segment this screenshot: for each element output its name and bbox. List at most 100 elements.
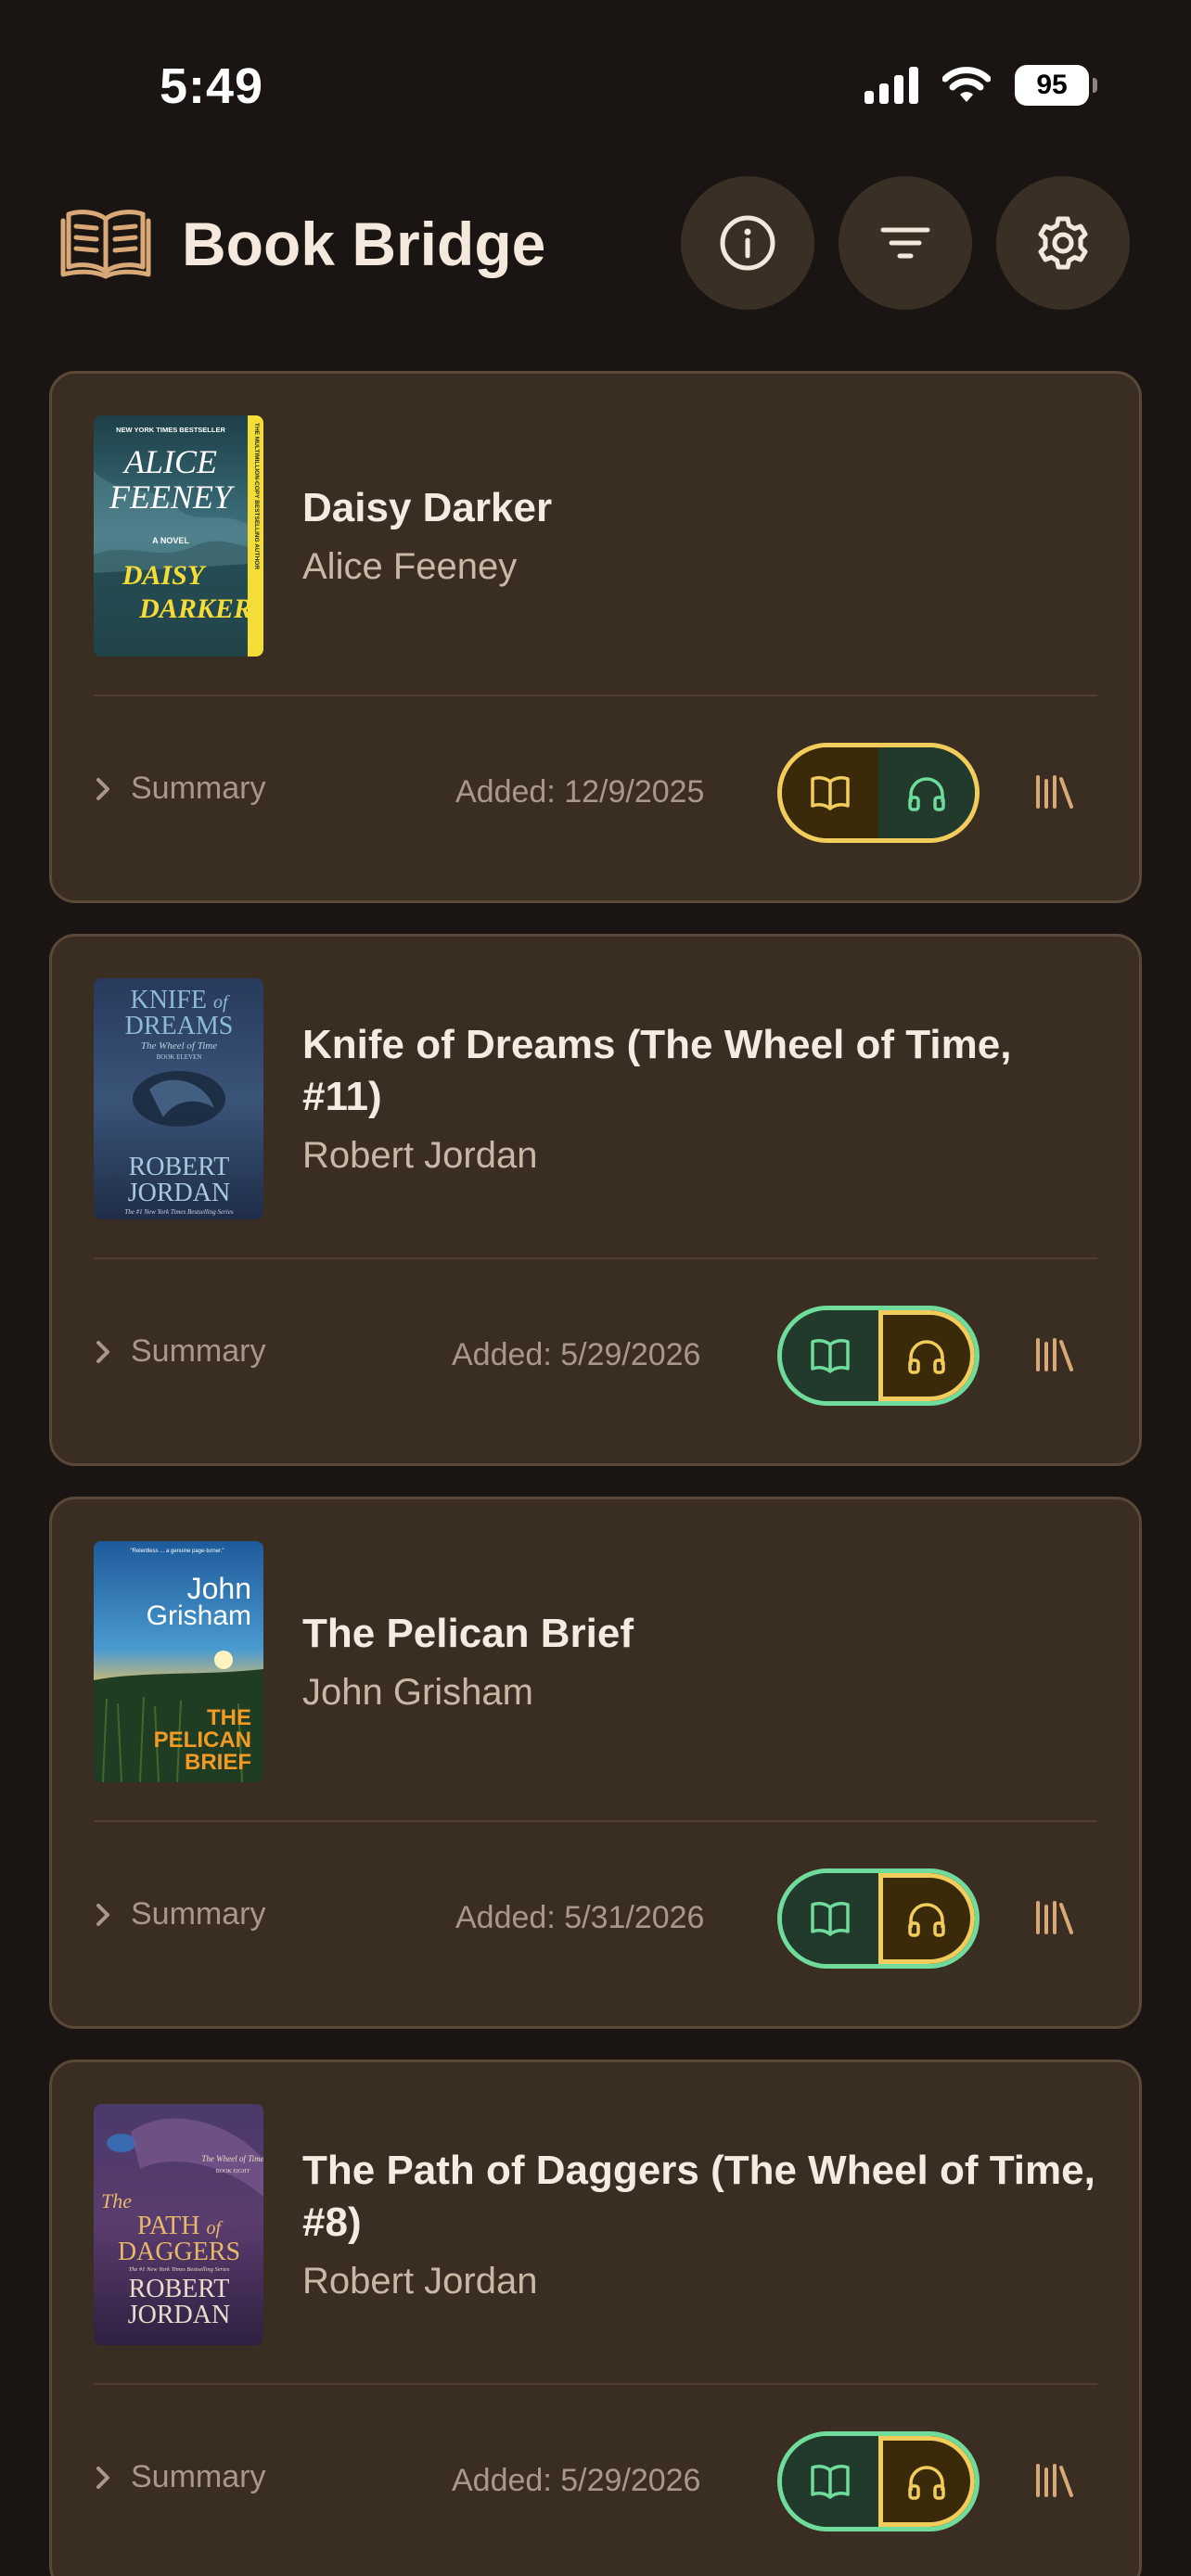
svg-text:NEW YORK TIMES BESTSELLER: NEW YORK TIMES BESTSELLER [116, 426, 225, 434]
svg-text:JORDAN: JORDAN [128, 2301, 230, 2329]
book-cover: THE MULTIMILLION-COPY BESTSELLING AUTHOR… [94, 415, 263, 657]
card-footer: Summary Added: 5/29/2026 [94, 2431, 1097, 2533]
svg-text:BRIEF: BRIEF [185, 1750, 251, 1775]
divider [94, 1257, 1097, 1259]
svg-text:DAGGERS: DAGGERS [118, 2238, 240, 2266]
listen-format-button[interactable] [878, 2436, 975, 2527]
book-info: Knife of Dreams (The Wheel of Time, #11)… [302, 937, 1102, 1261]
headphones-icon [908, 1903, 945, 1937]
filter-button[interactable] [839, 176, 972, 310]
book-cover: KNIFE of DREAMS The Wheel of Time BOOK E… [94, 978, 263, 1219]
svg-text:DAISY: DAISY [122, 560, 207, 591]
svg-text:The: The [101, 2189, 132, 2213]
summary-label: Summary [131, 1333, 266, 1369]
summary-label: Summary [131, 771, 266, 806]
divider [94, 1820, 1097, 1822]
book-author: Robert Jordan [302, 2261, 538, 2302]
book-title: Knife of Dreams (The Wheel of Time, #11) [302, 1022, 1012, 1119]
app-header: Book Bridge [0, 176, 1191, 311]
read-format-button[interactable] [782, 1873, 878, 1964]
svg-text:BOOK EIGHT: BOOK EIGHT [216, 2169, 250, 2174]
status-icons: 95 [864, 65, 1097, 106]
book-cover: The Wheel of Time BOOK EIGHT The PATH of… [94, 2104, 263, 2345]
summary-toggle[interactable]: Summary [94, 1896, 265, 1932]
filter-icon [880, 227, 930, 259]
library-button[interactable] [1026, 763, 1083, 821]
book-author: Robert Jordan [302, 1135, 538, 1176]
status-bar: 5:49 95 [0, 0, 1191, 139]
app-title: Book Bridge [182, 210, 546, 278]
svg-text:A NOVEL: A NOVEL [152, 536, 189, 545]
listen-format-button[interactable] [878, 747, 975, 838]
library-button[interactable] [1026, 1889, 1083, 1946]
book-card[interactable]: The Wheel of Time BOOK EIGHT The PATH of… [49, 2060, 1142, 2576]
headphones-icon [908, 777, 945, 811]
info-button[interactable] [681, 176, 814, 310]
svg-text:The #1 New York Times Bestsell: The #1 New York Times Bestselling Series [129, 2266, 230, 2273]
svg-text:The #1 New York Times Bestsell: The #1 New York Times Bestselling Series [124, 1208, 233, 1216]
divider [94, 695, 1097, 696]
divider [94, 2383, 1097, 2385]
book-info: The Pelican Brief John Grisham [302, 1499, 1102, 1824]
svg-text:JORDAN: JORDAN [128, 1179, 230, 1207]
svg-text:BOOK ELEVEN: BOOK ELEVEN [157, 1053, 202, 1061]
settings-button[interactable] [996, 176, 1130, 310]
card-footer: Summary Added: 5/31/2026 [94, 1868, 1097, 1970]
book-card[interactable]: "Relentless ... a genuine page-turner." … [49, 1497, 1142, 2029]
library-icon [1036, 2464, 1073, 2497]
svg-text:The Wheel of Time: The Wheel of Time [201, 2154, 263, 2163]
book-info: Daisy Darker Alice Feeney [302, 374, 1102, 698]
book-title: The Path of Daggers (The Wheel of Time, … [302, 2148, 1095, 2245]
cellular-signal-icon [864, 67, 918, 104]
format-toggle[interactable] [777, 2431, 980, 2531]
format-toggle[interactable] [777, 1306, 980, 1406]
wifi-icon [942, 67, 991, 102]
format-toggle[interactable] [777, 743, 980, 843]
svg-text:Grisham: Grisham [147, 1600, 251, 1631]
chevron-right-icon [96, 1340, 109, 1363]
svg-text:PELICAN: PELICAN [154, 1728, 251, 1753]
summary-toggle[interactable]: Summary [94, 1333, 265, 1370]
summary-label: Summary [131, 1896, 266, 1932]
added-date: Added: 12/9/2025 [455, 774, 705, 810]
open-book-icon [811, 1339, 850, 1373]
library-button[interactable] [1026, 2452, 1083, 2509]
summary-toggle[interactable]: Summary [94, 771, 265, 807]
svg-text:"Relentless ... a genuine page: "Relentless ... a genuine page-turner." [131, 1549, 224, 1554]
gear-icon [1038, 216, 1088, 270]
format-toggle[interactable] [777, 1868, 980, 1969]
headphones-icon [908, 1340, 945, 1374]
svg-text:ALICE: ALICE [122, 443, 217, 480]
listen-format-button[interactable] [878, 1310, 975, 1401]
book-title: Daisy Darker [302, 485, 553, 530]
open-book-icon [811, 1902, 850, 1936]
status-time: 5:49 [160, 58, 264, 114]
listen-format-button[interactable] [878, 1873, 975, 1964]
summary-toggle[interactable]: Summary [94, 2459, 265, 2495]
open-book-icon [811, 2465, 850, 2499]
added-date: Added: 5/29/2026 [452, 2463, 701, 2498]
summary-label: Summary [131, 2459, 266, 2494]
card-footer: Summary Added: 5/29/2026 [94, 1306, 1097, 1408]
read-format-button[interactable] [782, 747, 878, 838]
read-format-button[interactable] [782, 2436, 878, 2527]
battery-indicator: 95 [1015, 65, 1097, 106]
book-author: Alice Feeney [302, 546, 518, 587]
card-footer: Summary Added: 12/9/2025 [94, 743, 1097, 845]
open-book-logo-icon [60, 210, 151, 279]
chevron-right-icon [96, 777, 109, 800]
headphones-icon [908, 2466, 945, 2500]
svg-text:ROBERT: ROBERT [129, 1153, 230, 1181]
read-format-button[interactable] [782, 1310, 878, 1401]
info-icon [720, 215, 775, 271]
open-book-icon [811, 776, 850, 810]
svg-text:The Wheel of Time: The Wheel of Time [141, 1040, 217, 1052]
book-title: The Pelican Brief [302, 1611, 634, 1656]
svg-text:THE: THE [207, 1705, 251, 1730]
library-button[interactable] [1026, 1326, 1083, 1384]
book-card[interactable]: KNIFE of DREAMS The Wheel of Time BOOK E… [49, 934, 1142, 1466]
book-card[interactable]: THE MULTIMILLION-COPY BESTSELLING AUTHOR… [49, 371, 1142, 903]
svg-text:DARKER: DARKER [138, 593, 252, 624]
added-date: Added: 5/31/2026 [455, 1900, 705, 1935]
book-cover: "Relentless ... a genuine page-turner." … [94, 1541, 263, 1782]
